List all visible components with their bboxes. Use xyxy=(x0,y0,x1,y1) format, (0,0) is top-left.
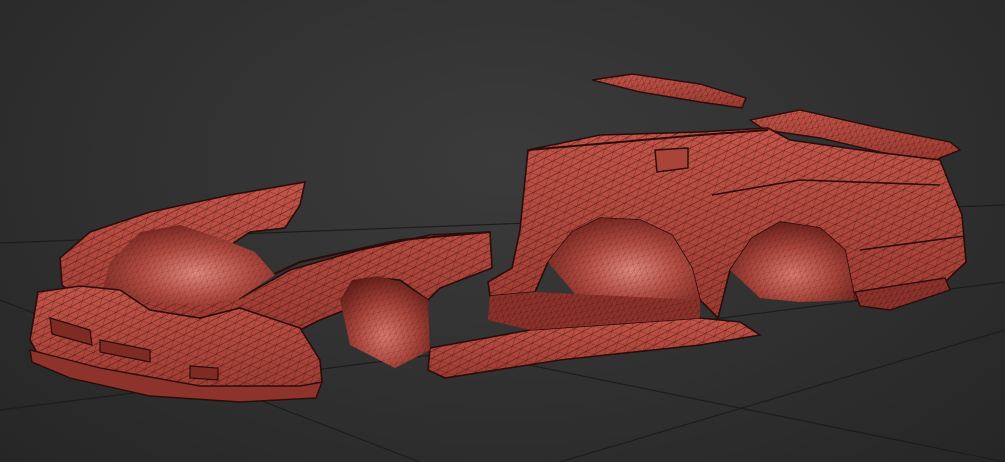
roof-panel[interactable] xyxy=(591,73,747,109)
fuel-door[interactable] xyxy=(654,147,689,173)
3d-viewport[interactable] xyxy=(0,0,1005,462)
viewport-canvas[interactable] xyxy=(0,0,1005,462)
car-body-wireframe-model[interactable] xyxy=(29,73,967,403)
